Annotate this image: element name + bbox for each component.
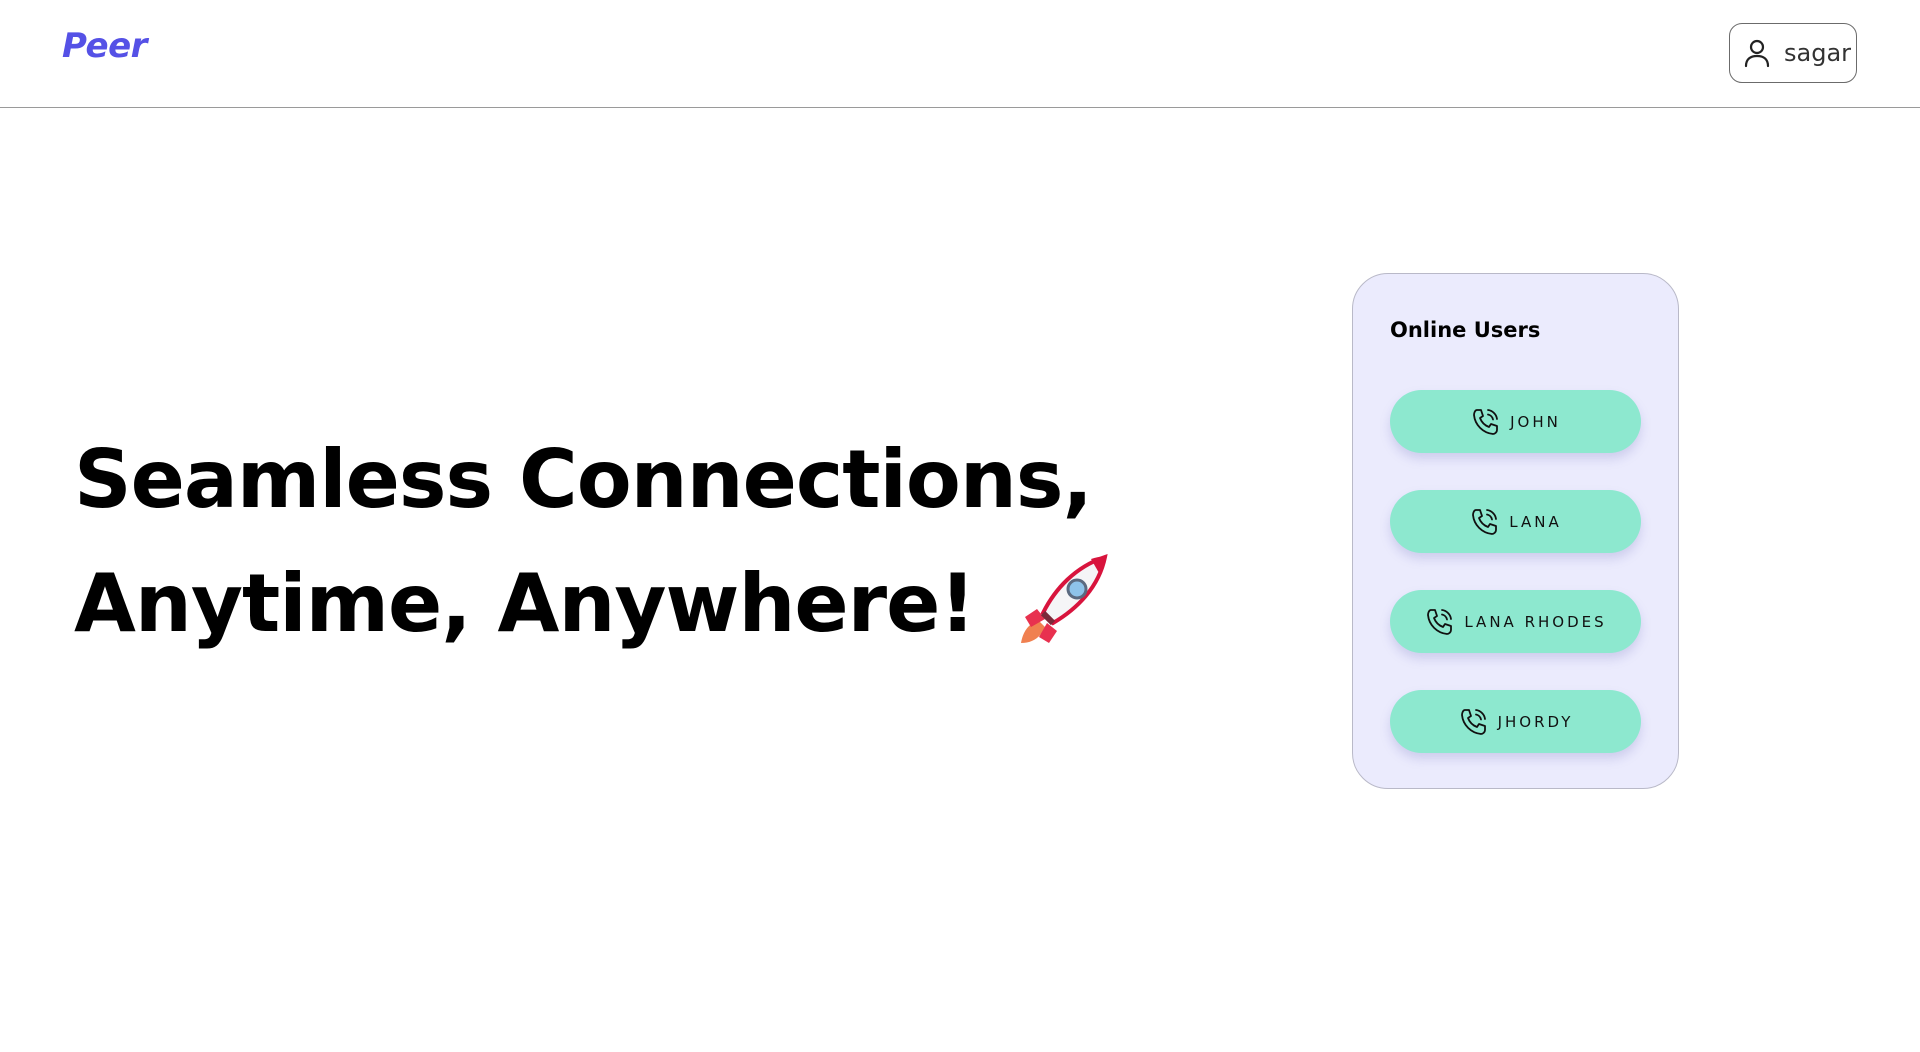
phone-call-icon: [1469, 506, 1501, 538]
brand-logo[interactable]: Peer: [62, 26, 147, 66]
user-name: LANA RHODES: [1464, 612, 1607, 631]
user-menu-button[interactable]: sagar: [1729, 23, 1857, 83]
hero-heading: Seamless Connections, Anytime, Anywhere!: [74, 418, 1113, 666]
user-name: JOHN: [1510, 412, 1561, 431]
navbar: Peer sagar: [0, 0, 1920, 108]
call-button-john[interactable]: JOHN: [1390, 390, 1641, 453]
rocket-icon: [1013, 551, 1113, 651]
online-users-list: JOHN LANA LANA RHODES JHORDY: [1390, 390, 1641, 790]
panel-title: Online Users: [1390, 318, 1541, 342]
hero-line-1: Seamless Connections,: [74, 433, 1093, 526]
phone-call-icon: [1470, 406, 1502, 438]
hero-line-2-text: Anytime, Anywhere!: [74, 557, 976, 650]
user-name: JHORDY: [1497, 712, 1574, 731]
call-button-lana-rhodes[interactable]: LANA RHODES: [1390, 590, 1641, 653]
username-label: sagar: [1784, 39, 1852, 67]
hero-line-2: Anytime, Anywhere!: [74, 542, 1113, 666]
phone-call-icon: [1424, 606, 1456, 638]
call-button-jhordy[interactable]: JHORDY: [1390, 690, 1641, 753]
phone-call-icon: [1458, 706, 1490, 738]
online-users-panel: Online Users JOHN LANA LANA RHODES JHORD…: [1352, 273, 1679, 789]
user-name: LANA: [1509, 512, 1562, 531]
user-icon: [1743, 37, 1771, 69]
call-button-lana[interactable]: LANA: [1390, 490, 1641, 553]
